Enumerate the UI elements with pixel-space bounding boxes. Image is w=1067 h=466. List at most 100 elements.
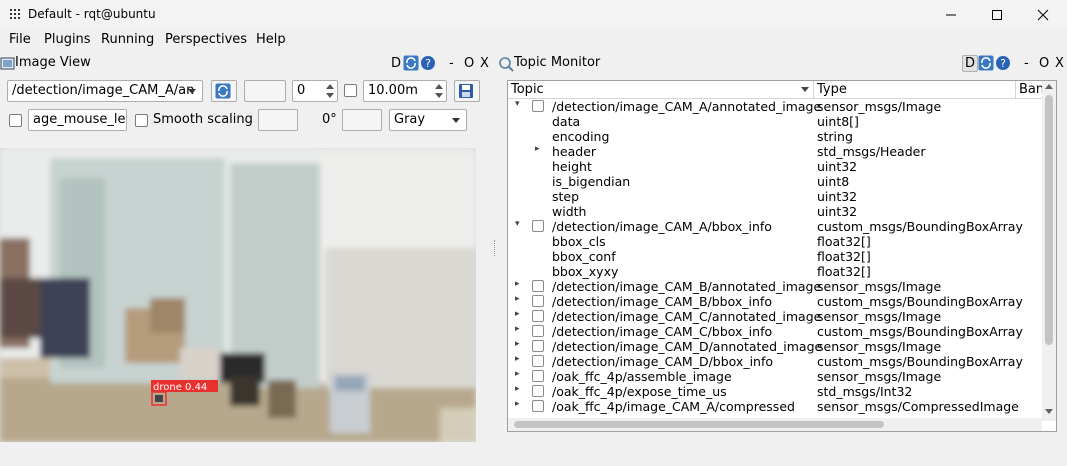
spin-arrows-icon[interactable] — [326, 84, 334, 98]
field-row[interactable]: bbox_conf float32[] — [508, 249, 1043, 264]
topic-row[interactable]: ▸ /detection/image_CAM_B/bbox_info custom_… — [508, 294, 1043, 309]
smooth-scaling-checkbox[interactable] — [135, 114, 148, 127]
menu-perspectives[interactable]: Perspectives — [165, 32, 247, 47]
expand-arrow-icon[interactable]: ▸ — [515, 354, 520, 364]
expand-arrow-icon[interactable]: ▸ — [515, 294, 520, 304]
topic-monitor-minimize-button[interactable]: - — [1024, 56, 1029, 71]
topic-row[interactable]: ▸ /oak_ffc_4p/expose_time_us std_msgs/Int3… — [508, 384, 1043, 399]
field-row[interactable]: is_bigendian uint8 — [508, 174, 1043, 189]
field-row[interactable]: ▸ header std_msgs/Header — [508, 144, 1043, 159]
topic-row[interactable]: ▸ /detection/image_CAM_D/bbox_info custom_… — [508, 354, 1043, 369]
expand-arrow-icon[interactable]: ▸ — [515, 339, 520, 349]
topic-checkbox[interactable] — [532, 310, 544, 322]
vertical-scroll-thumb[interactable] — [1045, 95, 1053, 345]
image-view-float-button[interactable]: O — [464, 56, 474, 71]
image-view-minimize-button[interactable]: - — [449, 56, 454, 71]
column-separator[interactable] — [1015, 81, 1016, 99]
minimize-button[interactable] — [928, 0, 974, 30]
topic-row[interactable]: ▸ /detection/image_CAM_C/annotated_image s… — [508, 309, 1043, 324]
image-view-d-button[interactable]: D — [391, 56, 401, 71]
topic-checkbox[interactable] — [532, 400, 544, 412]
row-name: /detection/image_CAM_D/bbox_info — [552, 354, 774, 369]
rotate-right-button[interactable] — [342, 109, 382, 131]
vertical-scrollbar[interactable] — [1042, 81, 1056, 421]
column-separator[interactable] — [813, 81, 814, 99]
rotate-left-button[interactable] — [258, 109, 298, 131]
topic-tree[interactable]: Topic Type Ban ▾ /detection/image_CAM_A/a… — [507, 80, 1057, 432]
topic-checkbox[interactable] — [532, 280, 544, 292]
topic-row[interactable]: ▸ /detection/image_CAM_B/annotated_image s… — [508, 279, 1043, 294]
topic-monitor-close-button[interactable]: X — [1055, 56, 1064, 71]
image-view-close-button[interactable]: X — [480, 56, 489, 71]
close-button[interactable] — [1020, 0, 1066, 30]
distance-value: 10.00m — [368, 83, 418, 98]
expand-arrow-icon[interactable]: ▸ — [515, 369, 520, 379]
topic-checkbox[interactable] — [532, 100, 544, 112]
topic-select[interactable]: /detection/image_CAM_A/an — [7, 80, 203, 102]
field-row[interactable]: bbox_cls float32[] — [508, 234, 1043, 249]
topic-row[interactable]: ▾ /detection/image_CAM_A/bbox_info custom_… — [508, 219, 1043, 234]
row-type: uint32 — [817, 204, 858, 219]
splitter-handle[interactable] — [494, 240, 496, 256]
row-name: /detection/image_CAM_C/annotated_image — [552, 309, 822, 324]
column-type[interactable]: Type — [817, 82, 847, 97]
reload-icon[interactable] — [403, 55, 419, 71]
menu-running[interactable]: Running — [101, 32, 154, 47]
expand-arrow-icon[interactable]: ▸ — [535, 144, 540, 154]
help-icon[interactable]: ? — [420, 55, 436, 71]
topic-checkbox[interactable] — [532, 385, 544, 397]
color-mode-select[interactable]: Gray — [389, 109, 467, 131]
row-name: /oak_ffc_4p/expose_time_us — [552, 384, 727, 399]
menu-help[interactable]: Help — [256, 32, 286, 47]
column-bandwidth[interactable]: Ban — [1019, 82, 1044, 97]
expand-arrow-icon[interactable]: ▸ — [515, 309, 520, 319]
menu-file[interactable]: File — [9, 32, 31, 47]
topic-checkbox[interactable] — [532, 325, 544, 337]
mouse-topic-input[interactable]: age_mouse_left — [28, 109, 127, 131]
distance-checkbox[interactable] — [344, 84, 357, 97]
topic-checkbox[interactable] — [532, 355, 544, 367]
field-row[interactable]: bbox_xyxy float32[] — [508, 264, 1043, 279]
column-topic[interactable]: Topic — [511, 82, 544, 97]
topic-row[interactable]: ▸ /oak_ffc_4p/image_CAM_A/compressed senso… — [508, 399, 1043, 414]
expand-arrow-icon[interactable]: ▸ — [515, 279, 520, 289]
scroll-down-icon[interactable] — [1045, 409, 1053, 414]
topic-row[interactable]: ▾ /detection/image_CAM_A/annotated_image s… — [508, 99, 1043, 114]
collapse-arrow-icon[interactable]: ▾ — [515, 99, 520, 109]
expand-arrow-icon[interactable]: ▸ — [515, 399, 520, 409]
topic-checkbox[interactable] — [532, 220, 544, 232]
refresh-topics-button[interactable] — [211, 80, 237, 102]
field-row[interactable]: encoding string — [508, 129, 1043, 144]
reload-icon[interactable] — [978, 55, 994, 71]
maximize-button[interactable] — [974, 0, 1020, 30]
menu-plugins[interactable]: Plugins — [44, 32, 91, 47]
horizontal-scrollbar[interactable] — [508, 418, 1042, 431]
scroll-up-icon[interactable] — [1045, 84, 1053, 89]
collapse-arrow-icon[interactable]: ▾ — [515, 219, 520, 229]
spin-box[interactable]: 0 — [292, 80, 338, 102]
topic-monitor-d-button[interactable]: D — [962, 55, 979, 72]
field-row[interactable]: width uint32 — [508, 204, 1043, 219]
mouse-publish-checkbox[interactable] — [9, 114, 22, 127]
save-image-button[interactable] — [454, 80, 480, 102]
field-row[interactable]: step uint32 — [508, 189, 1043, 204]
topic-checkbox[interactable] — [532, 370, 544, 382]
topic-checkbox[interactable] — [532, 295, 544, 307]
row-type: sensor_msgs/Image — [817, 99, 942, 114]
field-row[interactable]: data uint8[] — [508, 114, 1043, 129]
spin-arrows-icon[interactable] — [435, 84, 443, 98]
blank-button-1[interactable] — [244, 80, 286, 102]
topic-row[interactable]: ▸ /oak_ffc_4p/assemble_image sensor_msgs/I… — [508, 369, 1043, 384]
expand-arrow-icon[interactable]: ▸ — [515, 384, 520, 394]
distance-spinbox[interactable]: 10.00m — [363, 80, 447, 102]
help-icon[interactable]: ? — [995, 55, 1011, 71]
field-row[interactable]: height uint32 — [508, 159, 1043, 174]
row-type: sensor_msgs/Image — [817, 339, 942, 354]
expand-arrow-icon[interactable]: ▸ — [515, 324, 520, 334]
camera-image[interactable]: drone 0.44 — [0, 148, 476, 442]
horizontal-scroll-thumb[interactable] — [514, 421, 884, 428]
topic-monitor-float-button[interactable]: O — [1039, 56, 1049, 71]
topic-checkbox[interactable] — [532, 340, 544, 352]
topic-row[interactable]: ▸ /detection/image_CAM_D/annotated_image s… — [508, 339, 1043, 354]
topic-row[interactable]: ▸ /detection/image_CAM_C/bbox_info custom_… — [508, 324, 1043, 339]
